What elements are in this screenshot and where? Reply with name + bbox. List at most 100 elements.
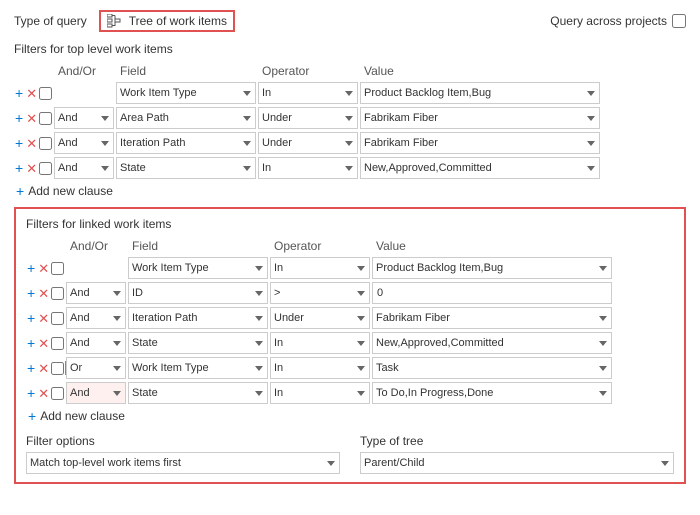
andor-cell[interactable]: And <box>66 332 126 354</box>
value-cell[interactable]: Fabrikam Fiber <box>372 307 612 329</box>
row-checkbox[interactable] <box>51 362 64 375</box>
field-cell[interactable]: Iteration Path <box>116 132 256 154</box>
operator-select[interactable]: In <box>270 357 370 379</box>
field-cell[interactable]: ID <box>128 282 268 304</box>
operator-cell[interactable]: Under <box>270 307 370 329</box>
operator-select[interactable]: In <box>270 257 370 279</box>
operator-select[interactable]: Under <box>258 132 358 154</box>
andor-cell[interactable]: Or <box>66 357 126 379</box>
value-cell[interactable]: Fabrikam Fiber <box>360 132 600 154</box>
row-checkbox[interactable] <box>51 262 64 275</box>
row-checkbox[interactable] <box>39 137 52 150</box>
add-row-button[interactable]: + <box>26 386 36 400</box>
andor-select[interactable]: And <box>54 107 114 129</box>
value-cell[interactable]: Task <box>372 357 612 379</box>
add-row-button[interactable]: + <box>14 111 24 125</box>
operator-select[interactable]: Under <box>258 107 358 129</box>
add-row-button[interactable]: + <box>14 136 24 150</box>
operator-cell[interactable]: In <box>270 332 370 354</box>
field-select[interactable]: State <box>116 157 256 179</box>
field-select[interactable]: Area Path <box>116 107 256 129</box>
field-select[interactable]: ID <box>128 282 268 304</box>
operator-select[interactable]: Under <box>270 307 370 329</box>
row-checkbox[interactable] <box>51 337 64 350</box>
field-cell[interactable]: Area Path <box>116 107 256 129</box>
field-cell[interactable]: State <box>128 382 268 404</box>
field-cell[interactable]: Iteration Path <box>128 307 268 329</box>
add-clause-linked[interactable]: + Add new clause <box>26 408 674 424</box>
andor-select[interactable]: And <box>66 307 126 329</box>
andor-select[interactable]: And <box>54 157 114 179</box>
value-select[interactable]: Fabrikam Fiber <box>372 307 612 329</box>
andor-select[interactable]: Or <box>66 357 126 379</box>
andor-cell[interactable]: And <box>66 382 126 404</box>
field-select[interactable]: Work Item Type <box>128 357 268 379</box>
value-cell[interactable]: Fabrikam Fiber <box>360 107 600 129</box>
operator-cell[interactable]: Under <box>258 107 358 129</box>
field-select[interactable]: Iteration Path <box>116 132 256 154</box>
remove-row-button[interactable]: ✕ <box>37 312 50 325</box>
remove-row-button[interactable]: ✕ <box>37 362 50 375</box>
field-select[interactable]: State <box>128 382 268 404</box>
field-cell[interactable]: State <box>116 157 256 179</box>
row-checkbox[interactable] <box>51 287 64 300</box>
remove-row-button[interactable]: ✕ <box>37 262 50 275</box>
value-select[interactable]: Fabrikam Fiber <box>360 132 600 154</box>
operator-select[interactable]: In <box>270 382 370 404</box>
operator-cell[interactable]: Under <box>258 132 358 154</box>
operator-cell[interactable]: In <box>258 82 358 104</box>
andor-cell[interactable]: And <box>54 132 114 154</box>
field-select[interactable]: Work Item Type <box>128 257 268 279</box>
value-cell[interactable] <box>372 282 612 304</box>
operator-cell[interactable]: In <box>270 257 370 279</box>
value-select[interactable]: Product Backlog Item,Bug <box>360 82 600 104</box>
andor-select[interactable]: And <box>66 332 126 354</box>
value-select[interactable]: New,Approved,Committed <box>372 332 612 354</box>
type-of-tree-select[interactable]: Parent/Child Related <box>360 452 674 474</box>
andor-select[interactable]: And <box>66 282 126 304</box>
andor-select[interactable]: And <box>66 382 126 404</box>
add-clause-top[interactable]: + Add new clause <box>14 183 686 199</box>
field-cell[interactable]: Work Item Type <box>128 357 268 379</box>
value-select[interactable]: Task <box>372 357 612 379</box>
operator-cell[interactable]: In <box>258 157 358 179</box>
remove-row-button[interactable]: ✕ <box>37 287 50 300</box>
value-select[interactable]: Product Backlog Item,Bug <box>372 257 612 279</box>
operator-select[interactable]: In <box>258 82 358 104</box>
operator-select[interactable]: > <box>270 282 370 304</box>
row-checkbox[interactable] <box>51 312 64 325</box>
query-type-button[interactable]: Tree of work items <box>99 10 235 32</box>
andor-cell[interactable]: And <box>66 307 126 329</box>
remove-row-button[interactable]: ✕ <box>25 137 38 150</box>
add-row-button[interactable]: + <box>26 336 36 350</box>
operator-cell[interactable]: In <box>270 357 370 379</box>
remove-row-button[interactable]: ✕ <box>37 337 50 350</box>
row-checkbox[interactable] <box>39 87 52 100</box>
andor-cell[interactable]: And <box>54 157 114 179</box>
value-select[interactable]: To Do,In Progress,Done <box>372 382 612 404</box>
remove-row-button[interactable]: ✕ <box>25 162 38 175</box>
add-row-button[interactable]: + <box>14 86 24 100</box>
field-select[interactable]: State <box>128 332 268 354</box>
operator-cell[interactable]: > <box>270 282 370 304</box>
andor-select[interactable]: And <box>54 132 114 154</box>
value-select[interactable]: Fabrikam Fiber <box>360 107 600 129</box>
field-select[interactable]: Work Item Type <box>116 82 256 104</box>
add-row-button[interactable]: + <box>26 361 36 375</box>
operator-select[interactable]: In <box>270 332 370 354</box>
andor-cell[interactable]: And <box>54 107 114 129</box>
value-cell[interactable]: Product Backlog Item,Bug <box>372 257 612 279</box>
value-input[interactable] <box>372 282 612 304</box>
remove-row-button[interactable]: ✕ <box>37 387 50 400</box>
andor-cell[interactable]: And <box>66 282 126 304</box>
value-cell[interactable]: To Do,In Progress,Done <box>372 382 612 404</box>
value-select[interactable]: New,Approved,Committed <box>360 157 600 179</box>
row-checkbox[interactable] <box>39 162 52 175</box>
remove-row-button[interactable]: ✕ <box>25 112 38 125</box>
add-row-button[interactable]: + <box>26 311 36 325</box>
remove-row-button[interactable]: ✕ <box>25 87 38 100</box>
field-cell[interactable]: Work Item Type <box>116 82 256 104</box>
filter-options-select[interactable]: Match top-level work items first Match l… <box>26 452 340 474</box>
field-cell[interactable]: State <box>128 332 268 354</box>
operator-select[interactable]: In <box>258 157 358 179</box>
